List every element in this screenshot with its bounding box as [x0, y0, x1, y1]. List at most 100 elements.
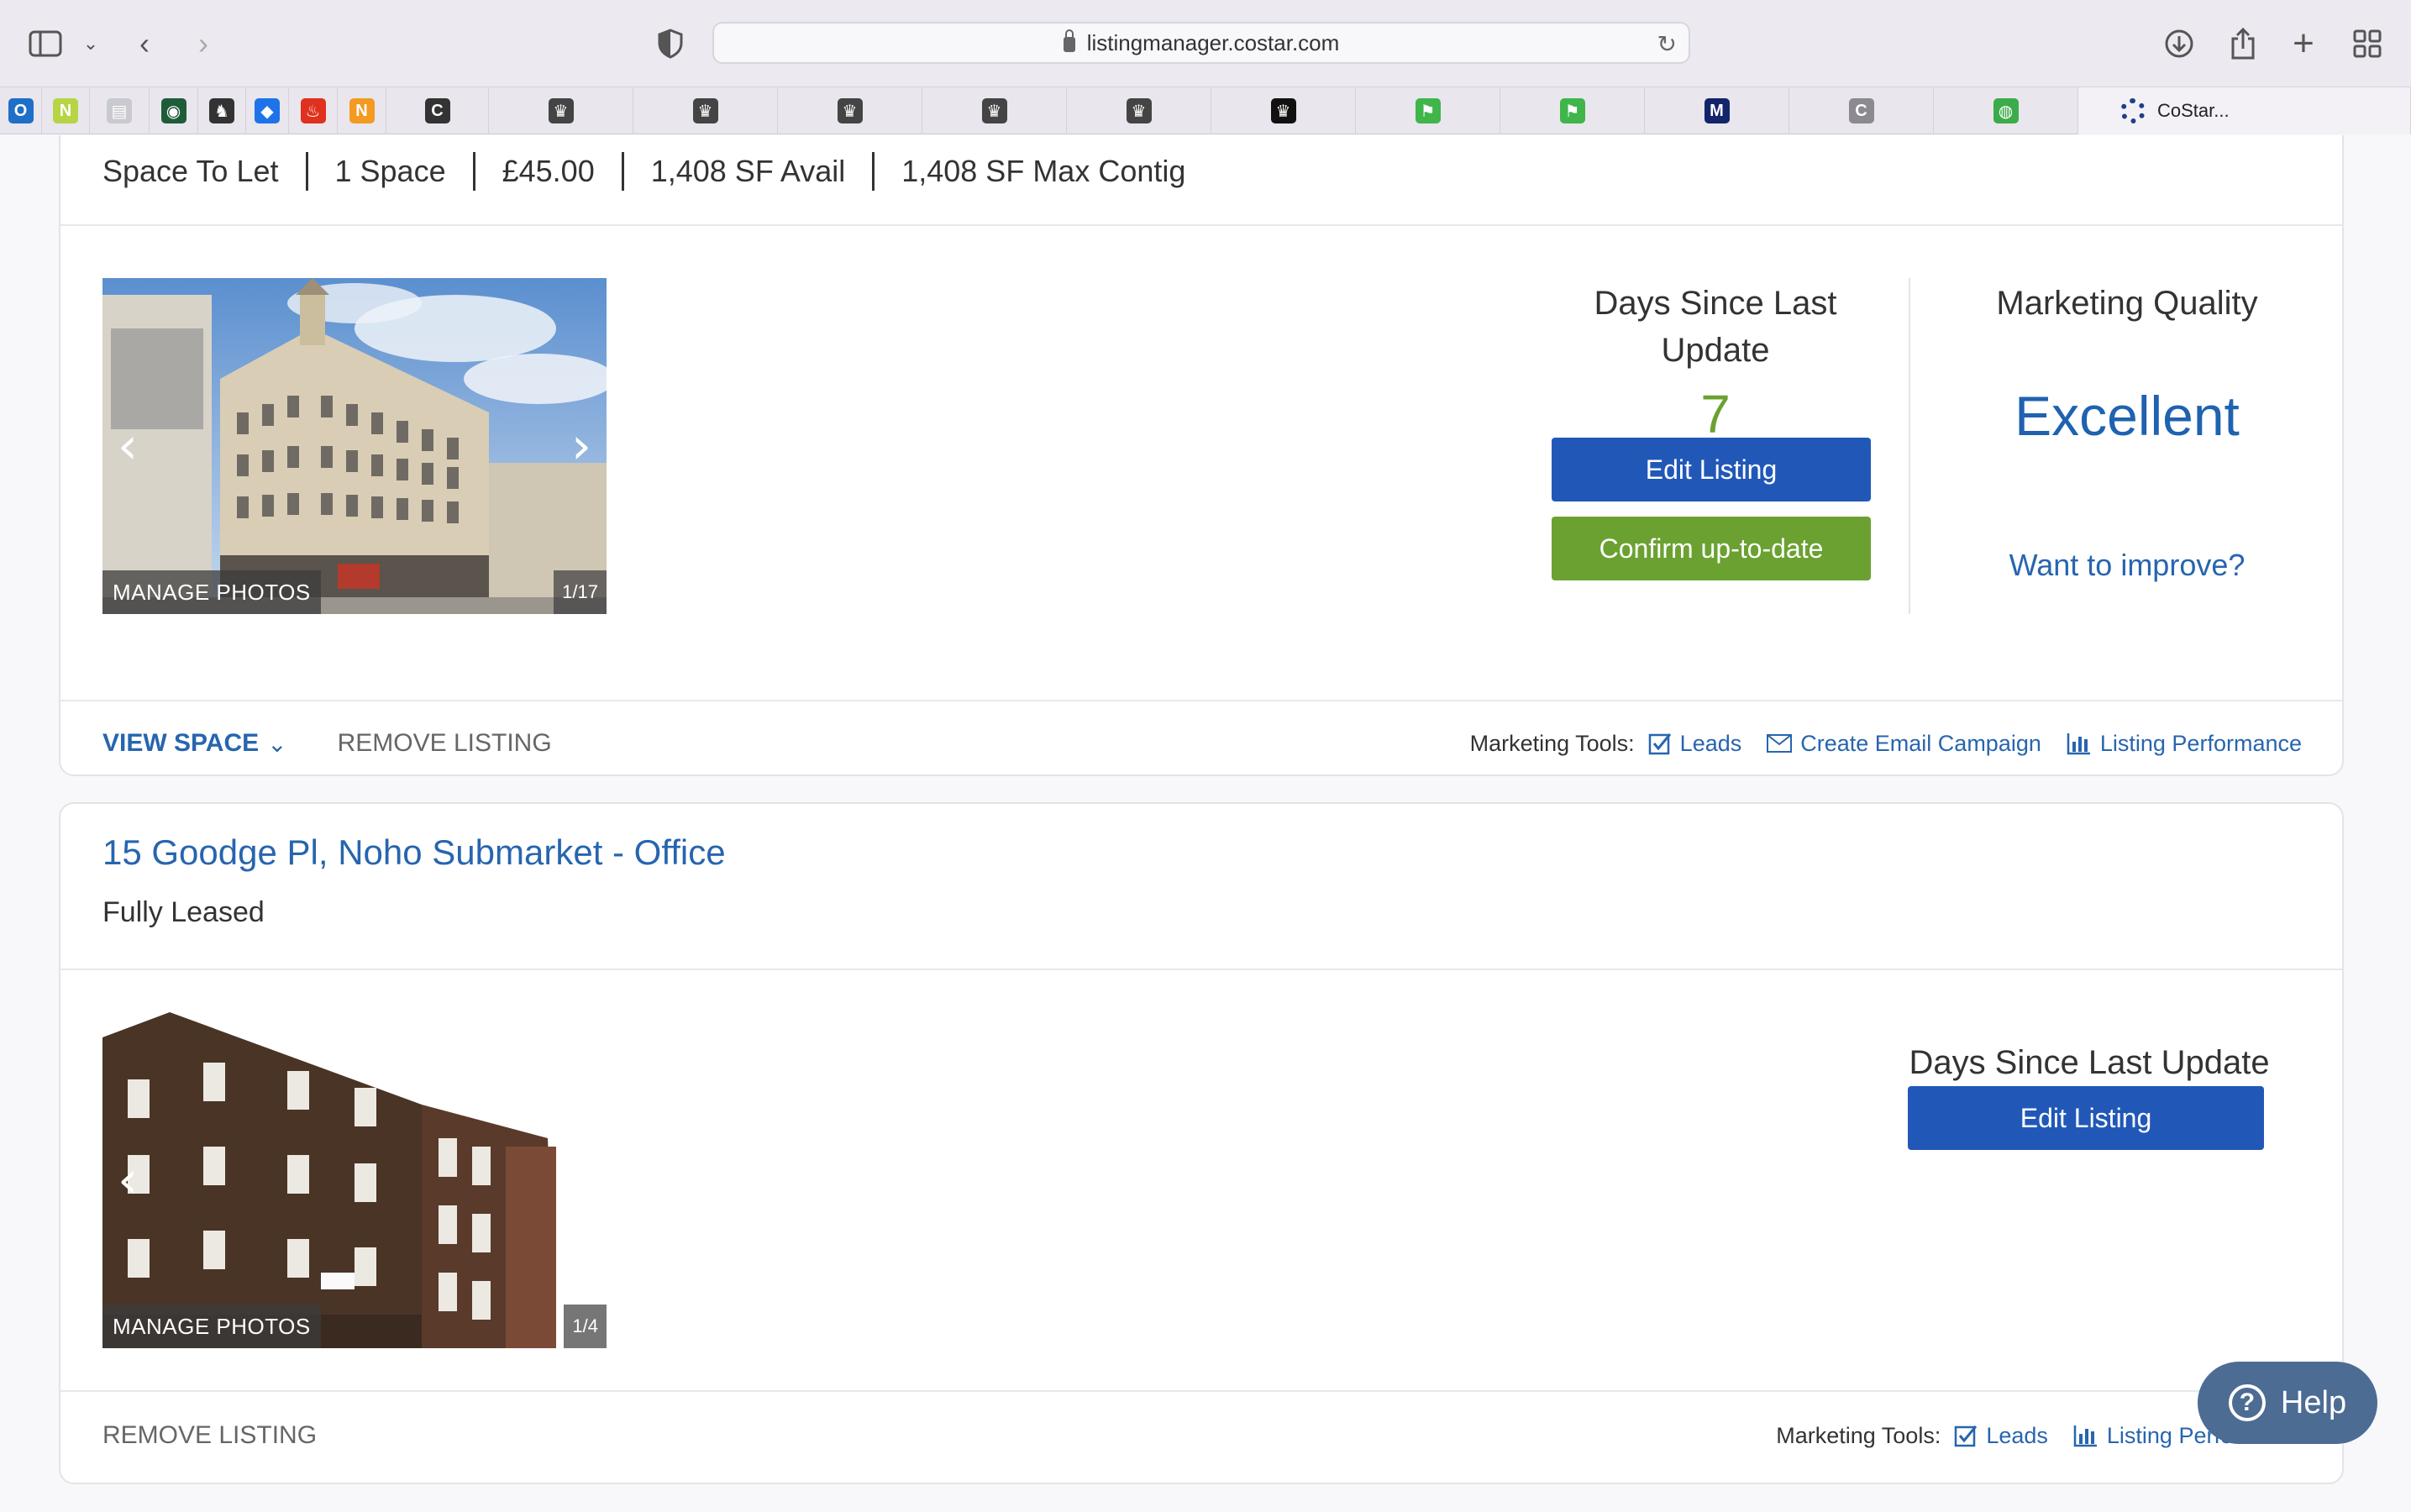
tab-overview-icon[interactable] — [2344, 20, 2391, 67]
marketing-quality-label: Marketing Quality — [1996, 285, 2258, 322]
summary-spaces: 1 Space — [334, 154, 446, 188]
bookmark-item[interactable]: ♛ — [778, 87, 922, 134]
marketing-tools-label: Marketing Tools: — [1776, 1422, 1941, 1448]
reload-icon[interactable]: ↻ — [1657, 30, 1677, 58]
c-icon: C — [424, 98, 450, 123]
leads-label: Leads — [1986, 1422, 2048, 1448]
chevron-down-icon[interactable]: ⌄ — [267, 730, 286, 758]
manage-photos-button[interactable]: MANAGE PHOTOS — [102, 1305, 321, 1348]
bookmark-item[interactable]: ◉ — [150, 87, 198, 134]
crown-icon: ♛ — [837, 98, 863, 123]
listing-title-link[interactable]: 15 Goodge Pl, Noho Submarket - Office — [102, 832, 726, 873]
share-icon[interactable] — [2219, 20, 2267, 67]
divider — [1909, 278, 1910, 614]
green-flag-icon: ⚑ — [1559, 98, 1585, 123]
horse-icon: ♞ — [209, 98, 234, 123]
checkbox-icon — [1648, 733, 1671, 755]
listing-performance-link[interactable]: Listing Performance — [2067, 731, 2302, 757]
costar-logo-icon — [2120, 98, 2146, 123]
bookmarks-bar: O N ▤ ◉ ♞ ◆ ♨ N C ♛ ♛ ♛ ♛ ♛ ♛ ⚑ ⚑ M C ◍ CoStar... — [0, 87, 2411, 134]
bookmark-item[interactable]: ♨ — [289, 87, 338, 134]
bookmark-item[interactable]: ⚑ — [1356, 87, 1500, 134]
bookmark-label: CoStar... — [2157, 100, 2230, 121]
forward-icon[interactable]: › — [180, 20, 227, 67]
bookmark-item[interactable]: ♞ — [198, 87, 246, 134]
shield-icon[interactable] — [647, 20, 694, 67]
manage-photos-button[interactable]: MANAGE PHOTOS — [102, 570, 321, 614]
crown-icon: ♛ — [1126, 98, 1152, 123]
summary-type: Space To Let — [102, 154, 279, 188]
outlook-icon: O — [8, 98, 34, 123]
bookmark-item[interactable]: C — [386, 87, 489, 134]
building-photo-image — [102, 278, 607, 614]
bookmark-item[interactable]: ♛ — [922, 87, 1067, 134]
remove-listing-link[interactable]: REMOVE LISTING — [102, 1421, 317, 1450]
confirm-up-to-date-button[interactable]: Confirm up-to-date — [1552, 517, 1871, 580]
marketing-tools: Marketing Tools: Leads Create Email Camp… — [1470, 720, 2302, 767]
envelope-icon — [1767, 734, 1793, 753]
leads-link[interactable]: Leads — [1648, 731, 1741, 757]
help-button[interactable]: ? Help — [2198, 1362, 2377, 1444]
remove-listing-link[interactable]: REMOVE LISTING — [338, 729, 552, 758]
bookmark-item[interactable]: ▤ — [90, 87, 150, 134]
want-to-improve-link[interactable]: Want to improve? — [1934, 542, 2320, 589]
photo-prev-icon[interactable]: ‹ — [111, 421, 144, 471]
bookmark-item[interactable]: N — [42, 87, 90, 134]
bookmark-item[interactable]: O — [0, 87, 42, 134]
create-email-campaign-label: Create Email Campaign — [1800, 730, 2041, 756]
days-since-update-label: Days Since Last Update — [1594, 285, 1837, 369]
create-email-campaign-link[interactable]: Create Email Campaign — [1767, 731, 2041, 757]
new-tab-icon[interactable]: + — [2280, 20, 2327, 67]
download-icon[interactable] — [2156, 20, 2203, 67]
sidebar-toggle-icon[interactable] — [22, 20, 69, 67]
divider — [60, 224, 2342, 226]
checkbox-icon — [1955, 1425, 1978, 1447]
bookmark-item[interactable]: ◆ — [246, 87, 289, 134]
crown-icon: ♛ — [981, 98, 1007, 123]
bookmark-item[interactable]: C — [1789, 87, 1934, 134]
bookmark-item[interactable]: ♛ — [489, 87, 633, 134]
separator — [621, 152, 624, 191]
listing-card: Space To Let 1 Space £45.00 1,408 SF Ava… — [59, 135, 2344, 776]
listing-card: 15 Goodge Pl, Noho Submarket - Office Fu… — [59, 802, 2344, 1484]
photo-next-icon[interactable]: › — [565, 421, 598, 471]
question-icon: ? — [2228, 1384, 2266, 1421]
bookmark-item[interactable]: ⚑ — [1500, 87, 1645, 134]
separator — [472, 152, 475, 191]
edit-listing-button[interactable]: Edit Listing — [1552, 438, 1871, 501]
n-orange-icon: N — [349, 98, 375, 123]
green-chart-icon: ◍ — [1993, 98, 2019, 123]
photo-next-icon[interactable]: › — [565, 1155, 598, 1205]
listing-actions: REMOVE LISTING — [102, 1412, 317, 1459]
back-icon[interactable]: ‹ — [121, 20, 168, 67]
photo-prev-icon[interactable]: ‹ — [111, 1155, 144, 1205]
bookmark-costar[interactable]: CoStar... — [2078, 87, 2411, 134]
view-space-link[interactable]: VIEW SPACE — [102, 729, 259, 758]
m-icon: M — [1704, 98, 1730, 123]
listing-status: Fully Leased — [102, 896, 265, 928]
chevron-down-icon[interactable]: ⌄ — [67, 20, 114, 67]
divider — [60, 700, 2342, 701]
bookmark-item[interactable]: ♛ — [1211, 87, 1356, 134]
address-bar[interactable]: listingmanager.costar.com ↻ — [712, 22, 1690, 64]
edit-listing-button[interactable]: Edit Listing — [1908, 1086, 2264, 1150]
leads-link[interactable]: Leads — [1954, 1423, 2048, 1449]
bookmark-item[interactable]: ♛ — [1067, 87, 1211, 134]
santander-icon: ♨ — [300, 98, 326, 123]
lock-icon — [1063, 29, 1075, 52]
bookmark-item[interactable]: ♛ — [633, 87, 778, 134]
summary-max-contig: 1,408 SF Max Contig — [901, 154, 1186, 188]
browser-toolbar: ⌄ ‹ › listingmanager.costar.com ↻ + — [0, 0, 2411, 87]
days-since-update-value: 7 — [1700, 384, 1731, 444]
bookmark-item[interactable]: N — [338, 87, 386, 134]
crown-black-icon: ♛ — [1270, 98, 1296, 123]
help-label: Help — [2280, 1384, 2347, 1420]
photo-counter: 1/4 — [564, 1305, 607, 1348]
listing-photo[interactable]: ‹ › MANAGE PHOTOS 1/17 — [102, 278, 607, 614]
document-icon: ▤ — [107, 98, 132, 123]
bookmark-item[interactable]: M — [1645, 87, 1789, 134]
separator — [305, 152, 308, 191]
listing-photo[interactable]: ‹ › MANAGE PHOTOS 1/4 — [102, 1012, 607, 1348]
bookmark-item[interactable]: ◍ — [1934, 87, 2078, 134]
n-green-icon: N — [53, 98, 78, 123]
